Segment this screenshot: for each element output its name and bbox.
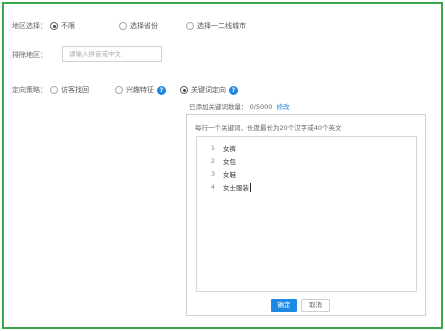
strategy-option-visitor[interactable]: 访客找回 — [50, 85, 89, 95]
line-number: 4 — [210, 183, 215, 191]
cancel-button[interactable]: 取消 — [301, 299, 330, 312]
region-option-label: 选择一二线城市 — [197, 22, 246, 30]
strategy-label: 定向策略： — [12, 86, 47, 94]
keyword-textarea[interactable]: 1 女裤 2 女包 3 女鞋 4 女士服装 — [196, 136, 417, 292]
settings-panel: 地区选择： 不限 选择省份 选择一二线城市 排除地区： 请输入拼音或中文 定向策… — [2, 2, 443, 329]
edit-keywords-link[interactable]: 修改 — [277, 103, 290, 111]
strategy-row: 定向策略： 访客找回 兴趣特征 ? 关键词定向 ? — [12, 85, 238, 95]
region-option-label: 选择省份 — [130, 22, 158, 30]
strategy-option-label: 访客找回 — [61, 86, 89, 94]
region-label: 地区选择： — [12, 22, 47, 30]
keyword-count-line: 已添加关键词数量： 0/5000 修改 — [189, 101, 290, 111]
keyword-text: 女裤 — [223, 145, 236, 153]
line-number: 2 — [210, 157, 215, 165]
region-option-province[interactable]: 选择省份 — [119, 21, 158, 31]
keyword-text: 女包 — [223, 158, 236, 166]
radio-icon — [119, 22, 127, 30]
exclude-region-input[interactable]: 请输入拼音或中文 — [62, 46, 162, 62]
radio-icon — [186, 22, 194, 30]
keyword-panel: 每行一个关键词，长度最长为20个汉字或40个英文 1 女裤 2 女包 3 女鞋 … — [186, 114, 426, 316]
keyword-count-label: 已添加关键词数量： — [189, 103, 248, 111]
line-number: 1 — [210, 144, 215, 152]
strategy-option-interest[interactable]: 兴趣特征 ? — [115, 85, 166, 95]
region-row: 地区选择： 不限 选择省份 选择一二线城市 — [12, 21, 246, 31]
radio-icon — [50, 86, 58, 94]
help-icon[interactable]: ? — [157, 85, 166, 95]
strategy-option-label: 关键词定向 — [191, 86, 226, 94]
strategy-option-label: 兴趣特征 — [126, 86, 154, 94]
keyword-text: 女士服装 — [223, 184, 249, 192]
text-cursor — [250, 182, 251, 192]
keyword-hint: 每行一个关键词，长度最长为20个汉字或40个英文 — [195, 124, 342, 132]
radio-icon — [115, 86, 123, 94]
keyword-line: 2 女包 — [197, 156, 236, 166]
keyword-count-value: 0/5000 — [249, 103, 273, 111]
help-icon[interactable]: ? — [229, 85, 238, 95]
region-option-unlimited[interactable]: 不限 — [50, 21, 75, 31]
exclude-row: 排除地区： — [12, 50, 47, 60]
line-number: 3 — [210, 170, 215, 178]
exclude-label: 排除地区： — [12, 51, 47, 59]
keyword-line: 1 女裤 — [197, 143, 236, 153]
radio-selected-icon — [180, 86, 188, 94]
keyword-text: 女鞋 — [223, 171, 236, 179]
region-option-city[interactable]: 选择一二线城市 — [186, 21, 246, 31]
region-option-label: 不限 — [61, 22, 75, 30]
radio-selected-icon — [50, 22, 58, 30]
strategy-option-keyword[interactable]: 关键词定向 ? — [180, 85, 238, 95]
keyword-line: 4 女士服装 — [197, 182, 251, 192]
confirm-button[interactable]: 确定 — [271, 299, 297, 312]
keyword-line: 3 女鞋 — [197, 169, 236, 179]
